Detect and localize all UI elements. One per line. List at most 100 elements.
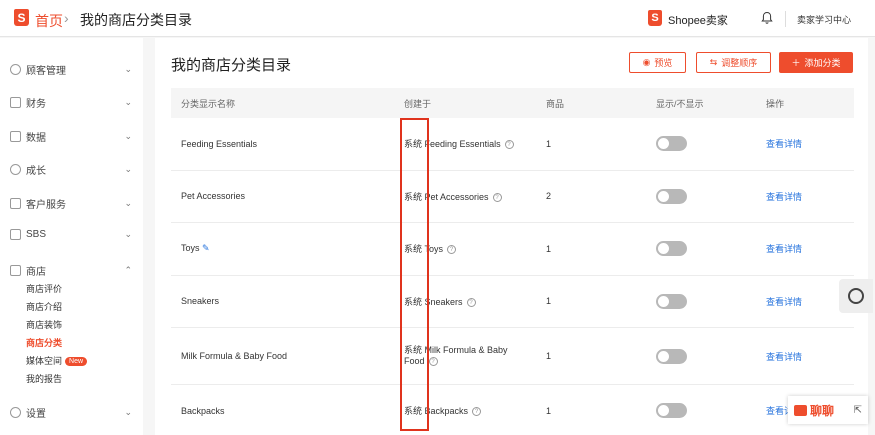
sidebar-subitem-intro[interactable]: 商店介绍 [26,300,62,313]
view-details-link[interactable]: 查看详情 [766,295,802,308]
created-name: Sneakers [424,296,463,307]
seller-brand-label[interactable]: Shopee卖家 [668,12,728,28]
chevron-down-icon: ⌄ [124,131,132,141]
category-name: Backpacks [181,405,225,416]
table-header: 分类显示名称 创建于 商品 显示/不显示 操作 [171,88,854,118]
visibility-toggle[interactable] [656,348,687,364]
shopee-logo-icon[interactable]: S [14,9,29,26]
growth-icon [10,164,21,175]
add-category-button[interactable]: ＋添加分类 [779,52,853,73]
sidebar-item-label: 顾客管理 [26,66,66,77]
view-details-link[interactable]: 查看详情 [766,190,802,203]
column-header: 创建于 [404,98,432,109]
sidebar-item-sbs[interactable]: SBS ⌄ [10,229,132,240]
breadcrumb-current: 我的商店分类目录 [80,12,192,28]
table-row: Feeding Essentials 系统 Feeding Essentials… [171,118,854,171]
product-count: 1 [546,351,552,361]
product-count: 1 [546,243,552,254]
sidebar-item-customer-service[interactable]: 客户服务 ⌄ [10,196,132,211]
product-count: 1 [546,138,552,149]
button-label: 调整顺序 [721,58,758,68]
category-name: Feeding Essentials [181,138,258,149]
sidebar-item-growth[interactable]: 成长 ⌄ [10,162,132,177]
table-row: Toys ✎ 系统 Toys? 1 查看详情 [171,223,854,276]
product-count: 2 [546,191,552,202]
sidebar-item-settings[interactable]: 设置 ⌄ [10,405,132,420]
chevron-down-icon: ⌄ [124,198,132,208]
sidebar-item-label: 成长 [26,166,46,177]
store-icon [10,265,21,276]
topbar-divider [785,11,786,27]
swap-icon: ⇆ [709,57,718,67]
breadcrumb-separator: › [64,10,69,26]
category-name: Toys [181,243,200,254]
breadcrumb-home[interactable]: 首页 [35,11,63,31]
chart-icon [10,131,21,142]
table-row: Pet Accessories 系统 Pet Accessories? 2 查看… [171,171,854,223]
product-count: 1 [546,405,552,416]
eye-icon: ◉ [642,57,651,67]
help-icon[interactable]: ? [447,245,457,255]
column-header: 显示/不显示 [656,98,704,109]
chat-icon [10,198,21,209]
help-icon[interactable]: ? [492,192,502,202]
sidebar-item-label: 设置 [26,409,46,420]
sidebar-item-label: 财务 [26,99,46,110]
chat-label: 聊聊 [810,403,835,418]
preview-button[interactable]: ◉ 预览 [629,52,686,73]
sidebar-item-customers[interactable]: 顾客管理 ⌄ [10,62,132,77]
support-float-button[interactable] [839,279,873,313]
help-icon[interactable]: ? [504,140,514,150]
created-name: Backpacks [424,406,469,417]
bell-icon[interactable] [760,11,774,25]
table-row: Sneakers 系统 Sneakers? 1 查看详情 [171,276,854,328]
wallet-icon [10,97,21,108]
learning-center-link[interactable]: 卖家学习中心 [797,13,851,26]
product-count: 1 [546,296,552,307]
view-details-link[interactable]: 查看详情 [766,242,802,255]
reorder-button[interactable]: ⇆ 调整顺序 [696,52,771,73]
chevron-up-icon: ⌃ [124,265,132,275]
box-icon [10,229,21,240]
chevron-down-icon: ⌄ [124,64,132,74]
chevron-down-icon: ⌄ [124,229,132,239]
sidebar-subitem-categories[interactable]: 商店分类 [26,336,62,349]
edit-pencil-icon[interactable]: ✎ [202,243,210,253]
sidebar-item-store[interactable]: 商店 ⌃ [10,263,132,278]
category-name-with-edit: Toys ✎ [181,243,210,254]
visibility-toggle[interactable] [656,403,687,419]
category-name: Pet Accessories [181,191,246,202]
created-name: Pet Accessories [424,191,489,202]
sidebar-item-label: 客户服务 [26,200,66,211]
top-bar: S 首页 › 我的商店分类目录 S Shopee卖家 卖家学习中心 [0,0,875,37]
plus-icon: ＋ [791,58,801,68]
highlight-box [400,118,429,431]
button-label: 预览 [654,58,673,68]
page-title: 我的商店分类目录 [171,57,292,74]
column-header: 分类显示名称 [181,98,236,109]
column-header: 商品 [546,98,565,109]
sidebar-subitem-decoration[interactable]: 商店装饰 [26,318,62,331]
column-header: 操作 [766,98,785,109]
sidebar-item-finance[interactable]: 财务 ⌄ [10,95,132,110]
help-icon[interactable]: ? [428,357,438,367]
sidebar-subitem-media[interactable]: 媒体空间 New [26,354,88,367]
seller-logo-icon: S [648,10,662,26]
sidebar-subitem-reviews[interactable]: 商店评价 [26,282,62,295]
button-label: 添加分类 [804,58,841,68]
visibility-toggle[interactable] [656,136,687,152]
visibility-toggle[interactable] [656,188,687,204]
gear-icon [10,407,21,418]
visibility-toggle[interactable] [656,241,687,257]
minimize-icon[interactable]: ⇱ [854,405,862,416]
help-icon[interactable]: ? [466,297,476,307]
chevron-down-icon: ⌄ [124,407,132,417]
chat-widget[interactable]: 聊聊 ⇱ [788,396,868,424]
visibility-toggle[interactable] [656,293,687,309]
sidebar-item-label: SBS [26,229,47,240]
view-details-link[interactable]: 查看详情 [766,350,802,363]
view-details-link[interactable]: 查看详情 [766,137,802,150]
sidebar-item-data[interactable]: 数据 ⌄ [10,129,132,144]
help-icon[interactable]: ? [472,407,482,417]
sidebar-subitem-reports[interactable]: 我的报告 [26,372,62,385]
